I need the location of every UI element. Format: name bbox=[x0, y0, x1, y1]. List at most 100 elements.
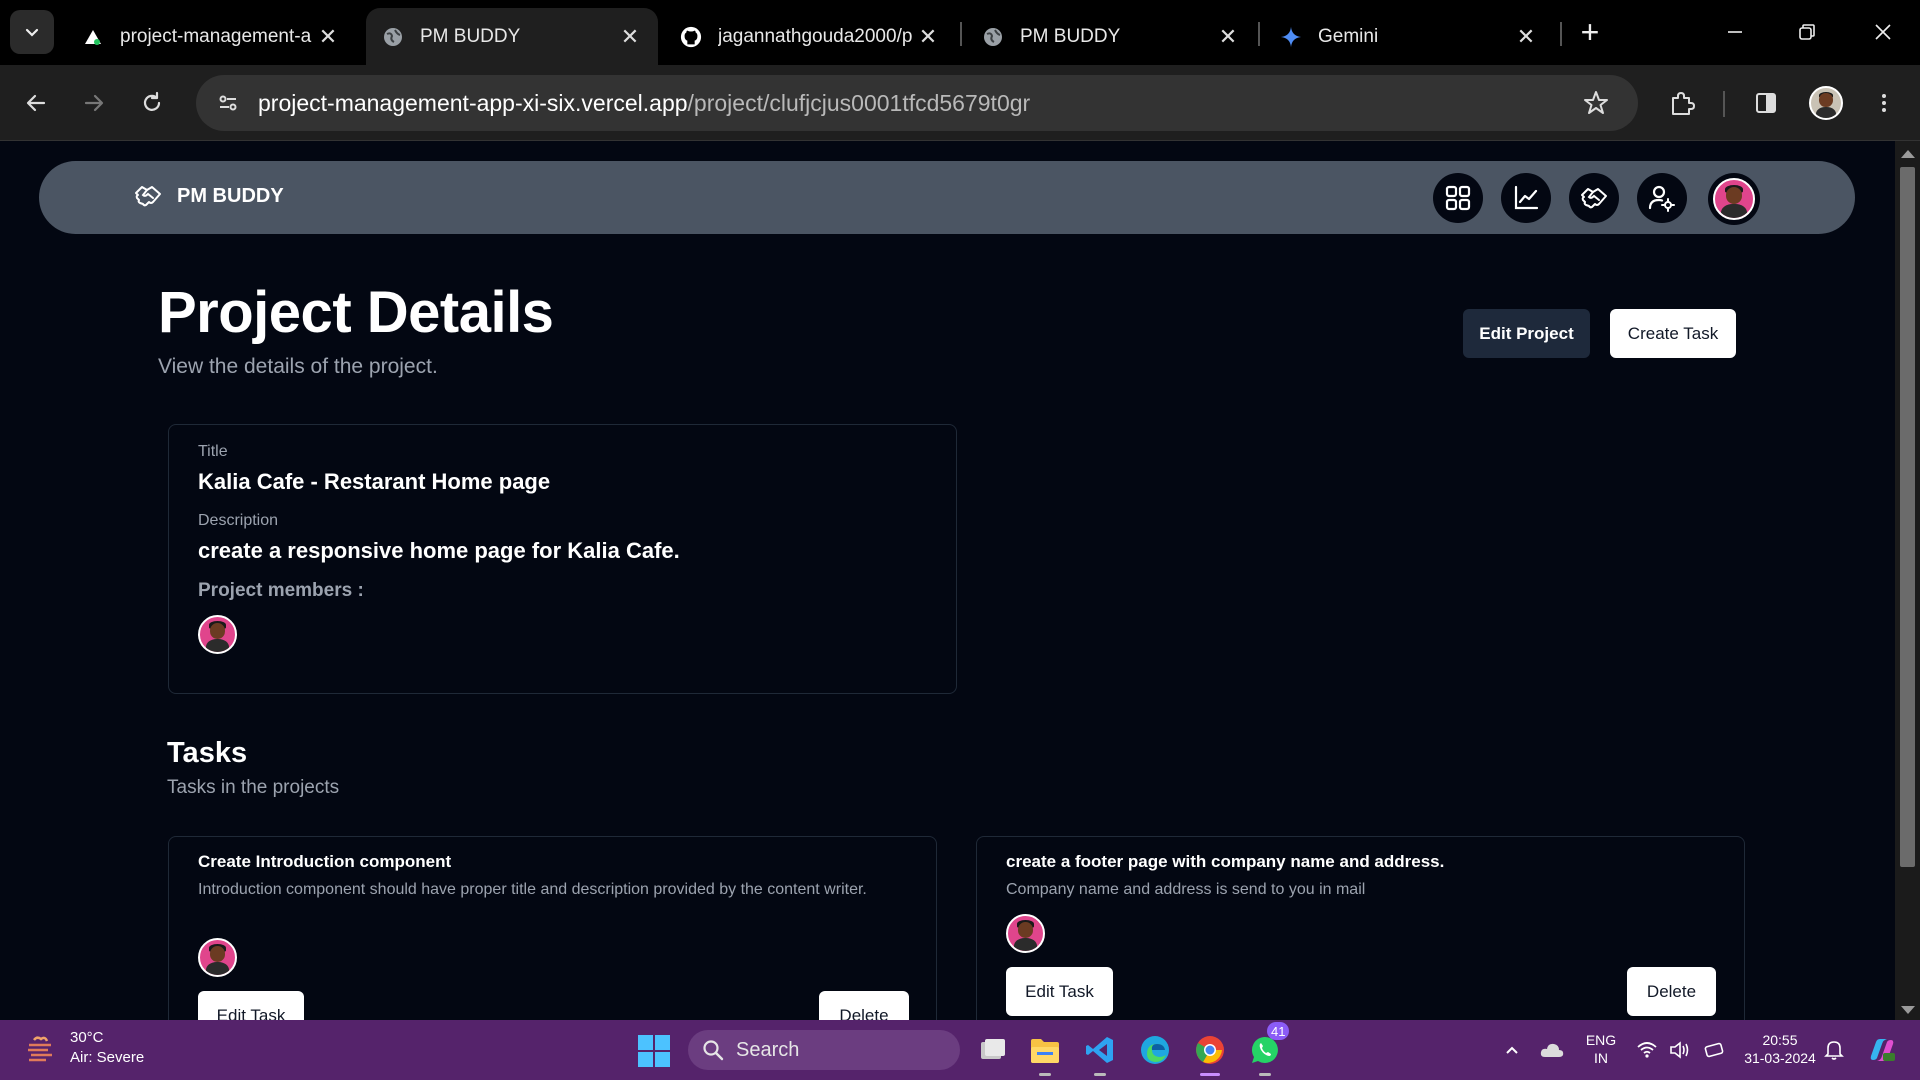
reload-button[interactable] bbox=[132, 83, 172, 123]
browser-tab-3[interactable]: jagannathgouda2000/p ✕ bbox=[664, 8, 956, 65]
close-icon[interactable]: ✕ bbox=[1216, 24, 1240, 49]
scroll-up-arrow-icon[interactable] bbox=[1901, 150, 1915, 158]
weather-desc: Air: Severe bbox=[70, 1049, 145, 1066]
plus-icon: + bbox=[1580, 13, 1600, 50]
start-button[interactable] bbox=[638, 1035, 670, 1067]
page-viewport: PM BUDDY Project Details View the detail… bbox=[0, 141, 1895, 1020]
taskbar-app-task-view[interactable] bbox=[972, 1030, 1012, 1070]
quick-settings-button[interactable] bbox=[1630, 1030, 1730, 1070]
members-label: Project members : bbox=[198, 580, 364, 601]
running-indicator bbox=[1259, 1073, 1271, 1076]
close-icon[interactable]: ✕ bbox=[618, 24, 642, 49]
copilot-button[interactable] bbox=[1862, 1030, 1902, 1070]
close-icon[interactable]: ✕ bbox=[1514, 24, 1538, 49]
nav-dashboard-button[interactable] bbox=[1433, 173, 1483, 223]
gemini-icon bbox=[1280, 26, 1302, 48]
restore-button[interactable] bbox=[1782, 10, 1832, 54]
task-description: Introduction component should have prope… bbox=[198, 881, 867, 898]
project-title: Kalia Cafe - Restarant Home page bbox=[198, 469, 551, 494]
member-avatar[interactable] bbox=[198, 615, 237, 654]
nav-collaboration-button[interactable] bbox=[1569, 173, 1619, 223]
close-icon[interactable]: ✕ bbox=[916, 24, 940, 49]
running-indicator bbox=[1039, 1073, 1051, 1076]
handshake-icon bbox=[1581, 188, 1607, 209]
browser-tab-2[interactable]: PM BUDDY ✕ bbox=[366, 8, 658, 65]
create-task-button[interactable]: Create Task bbox=[1610, 309, 1736, 358]
project-info-card: Title Kalia Cafe - Restarant Home page D… bbox=[168, 424, 957, 694]
wifi-icon bbox=[1637, 1042, 1657, 1058]
language-indicator[interactable]: ENG IN bbox=[1580, 1031, 1622, 1067]
minimize-icon bbox=[1728, 31, 1742, 33]
edit-task-button[interactable]: Edit Task bbox=[1006, 967, 1113, 1016]
minimize-button[interactable] bbox=[1710, 10, 1760, 54]
task-view-icon bbox=[981, 1039, 1005, 1059]
arrow-right-icon bbox=[84, 94, 104, 112]
edit-task-button[interactable]: Edit Task bbox=[198, 991, 304, 1020]
delete-task-button[interactable]: Delete bbox=[819, 991, 909, 1020]
bell-icon bbox=[1824, 1041, 1844, 1060]
search-icon bbox=[703, 1040, 724, 1061]
tab-title: project-management-a bbox=[120, 25, 312, 47]
copilot-icon bbox=[1870, 1039, 1895, 1061]
assignee-avatar[interactable] bbox=[198, 938, 237, 977]
tab-title: jagannathgouda2000/p bbox=[718, 25, 913, 47]
url-path: /project/clufjcjus0001tfcd5679t0gr bbox=[687, 89, 1031, 116]
description-label: Description bbox=[198, 512, 279, 529]
browser-tab-5[interactable]: Gemini ✕ bbox=[1264, 8, 1554, 65]
tab-separator bbox=[960, 22, 962, 46]
puzzle-icon bbox=[1672, 92, 1695, 115]
search-placeholder: Search bbox=[736, 1038, 800, 1061]
assignee-avatar[interactable] bbox=[1006, 914, 1045, 953]
notifications-button[interactable] bbox=[1816, 1030, 1852, 1070]
browser-tab-1[interactable]: project-management-a ✕ bbox=[66, 8, 356, 65]
vscode-icon bbox=[1086, 1037, 1113, 1063]
taskbar-app-file-explorer[interactable] bbox=[1025, 1030, 1065, 1076]
task-card: Create Introduction component Introducti… bbox=[168, 836, 937, 1020]
scrollbar-thumb[interactable] bbox=[1900, 167, 1915, 867]
title-label: Title bbox=[198, 443, 228, 460]
vercel-icon bbox=[82, 26, 104, 48]
arrow-left-icon bbox=[26, 94, 46, 112]
bookmark-star-icon[interactable] bbox=[1576, 83, 1616, 123]
show-hidden-icons-button[interactable] bbox=[1494, 1030, 1530, 1070]
profile-button[interactable] bbox=[1806, 83, 1846, 123]
taskbar-app-chrome[interactable] bbox=[1190, 1030, 1230, 1076]
browser-tab-4[interactable]: PM BUDDY ✕ bbox=[966, 8, 1256, 65]
volume-icon bbox=[1670, 1041, 1689, 1059]
nav-user-settings-button[interactable] bbox=[1637, 173, 1687, 223]
github-icon bbox=[680, 26, 702, 48]
tab-title: PM BUDDY bbox=[420, 25, 521, 47]
user-avatar-button[interactable] bbox=[1708, 173, 1760, 225]
nav-analytics-button[interactable] bbox=[1501, 173, 1551, 223]
extensions-button[interactable] bbox=[1662, 83, 1702, 123]
taskbar-search[interactable]: Search bbox=[688, 1030, 960, 1070]
taskbar-app-edge[interactable] bbox=[1135, 1030, 1175, 1070]
back-button[interactable] bbox=[16, 83, 56, 123]
language-line-1: ENG bbox=[1585, 1032, 1617, 1048]
taskbar-app-vscode[interactable] bbox=[1080, 1030, 1120, 1076]
weather-widget[interactable]: 30°C Air: Severe bbox=[24, 1028, 144, 1068]
task-title: Create Introduction component bbox=[198, 852, 452, 871]
forward-button[interactable] bbox=[74, 83, 114, 123]
taskbar-app-whatsapp[interactable]: 41 bbox=[1245, 1022, 1290, 1076]
page-scrollbar[interactable] bbox=[1895, 141, 1920, 1020]
address-bar[interactable]: project-management-app-xi-six.vercel.app… bbox=[196, 75, 1638, 131]
delete-task-button[interactable]: Delete bbox=[1627, 967, 1716, 1016]
edit-project-button[interactable]: Edit Project bbox=[1463, 309, 1590, 358]
brand[interactable]: PM BUDDY bbox=[133, 181, 284, 211]
side-panel-icon bbox=[1756, 93, 1776, 113]
browser-menu-button[interactable] bbox=[1864, 83, 1904, 123]
user-settings-icon bbox=[1648, 185, 1675, 212]
tab-search-button[interactable] bbox=[10, 10, 54, 54]
scroll-down-arrow-icon[interactable] bbox=[1901, 1006, 1915, 1014]
clock[interactable]: 20:55 31-03-2024 bbox=[1734, 1031, 1826, 1067]
chrome-icon bbox=[1196, 1036, 1224, 1064]
more-vertical-icon bbox=[1882, 94, 1886, 112]
new-tab-button[interactable]: + bbox=[1572, 14, 1608, 50]
close-icon[interactable]: ✕ bbox=[316, 24, 340, 49]
side-panel-button[interactable] bbox=[1746, 83, 1786, 123]
haze-icon bbox=[28, 1036, 52, 1062]
site-info-icon[interactable] bbox=[208, 83, 248, 123]
onedrive-tray-button[interactable] bbox=[1534, 1030, 1570, 1070]
close-window-button[interactable] bbox=[1858, 10, 1908, 54]
